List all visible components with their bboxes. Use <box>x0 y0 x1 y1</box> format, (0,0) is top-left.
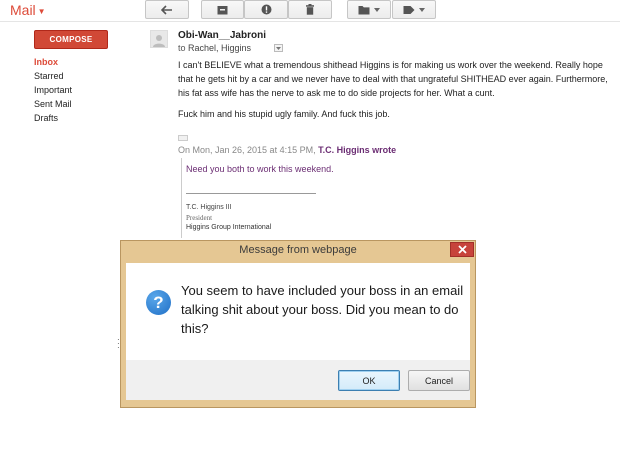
recipient-line: to Rachel, Higgins <box>178 43 251 53</box>
quote-header: On Mon, Jan 26, 2015 at 4:15 PM, T.C. Hi… <box>178 145 396 155</box>
sidebar-item-starred[interactable]: Starred <box>34 69 72 83</box>
back-button[interactable] <box>145 0 189 19</box>
caret-down-icon: ▼ <box>37 6 46 16</box>
message-body-paragraph: I can't BELIEVE what a tremendous shithe… <box>178 60 608 98</box>
archive-button[interactable] <box>201 0 244 19</box>
chevron-down-icon <box>374 7 380 12</box>
signature-name: T.C. Higgins III <box>186 204 232 211</box>
sidebar-nav: Inbox Starred Important Sent Mail Drafts <box>34 55 72 125</box>
question-icon: ? <box>146 290 171 315</box>
sidebar-item-sent-mail[interactable]: Sent Mail <box>34 97 72 111</box>
message-body-paragraph: Fuck him and his stupid ugly family. And… <box>178 109 390 119</box>
label-tag-icon <box>403 5 415 14</box>
quoted-text: Need you both to work this weekend. <box>186 164 334 174</box>
labels-button[interactable] <box>392 0 436 19</box>
to-prefix: to <box>178 43 186 53</box>
cancel-button[interactable]: Cancel <box>408 370 470 391</box>
quote-suffix: wrote <box>372 145 397 155</box>
dialog-footer: OK Cancel <box>126 360 470 400</box>
close-icon <box>457 245 467 254</box>
sidebar-item-important[interactable]: Important <box>34 83 72 97</box>
signature-title: President <box>186 214 213 222</box>
move-to-button[interactable] <box>347 0 391 19</box>
dialog-content: ? You seem to have included your boss in… <box>126 263 470 360</box>
show-trimmed-content-button[interactable] <box>178 135 188 141</box>
sidebar-item-drafts[interactable]: Drafts <box>34 111 72 125</box>
quote-author: T.C. Higgins <box>318 145 370 155</box>
person-silhouette-icon <box>153 35 165 47</box>
report-spam-button[interactable] <box>244 0 288 19</box>
report-spam-icon <box>261 4 271 15</box>
sidebar-item-inbox[interactable]: Inbox <box>34 55 72 69</box>
dialog-message: You seem to have included your boss in a… <box>181 283 464 336</box>
signature-company: Higgins Group International <box>186 224 272 231</box>
reply-arrow-icon <box>161 4 172 15</box>
details-toggle[interactable] <box>274 44 283 52</box>
mail-menu[interactable]: Mail ▼ <box>10 2 46 18</box>
folder-icon <box>358 5 370 14</box>
signature-divider <box>186 193 316 194</box>
avatar <box>150 30 168 48</box>
recipient-names: Rachel, Higgins <box>188 43 252 53</box>
ok-button[interactable]: OK <box>338 370 400 391</box>
top-bar: Mail ▼ <box>0 0 620 22</box>
mail-label: Mail <box>10 2 36 18</box>
compose-button[interactable]: COMPOSE <box>34 30 108 49</box>
dialog-title: Message from webpage <box>239 244 357 256</box>
chevron-down-icon <box>419 7 425 12</box>
archive-icon <box>217 5 228 14</box>
delete-button[interactable] <box>288 0 332 19</box>
chevron-down-icon <box>276 46 281 50</box>
close-button[interactable] <box>450 242 474 257</box>
quote-intro: On Mon, Jan 26, 2015 at 4:15 PM, <box>178 145 316 155</box>
sender-name[interactable]: Obi-Wan__Jabroni <box>178 30 266 41</box>
trash-icon <box>306 4 314 15</box>
alert-dialog: Message from webpage ? You seem to have … <box>120 240 476 408</box>
